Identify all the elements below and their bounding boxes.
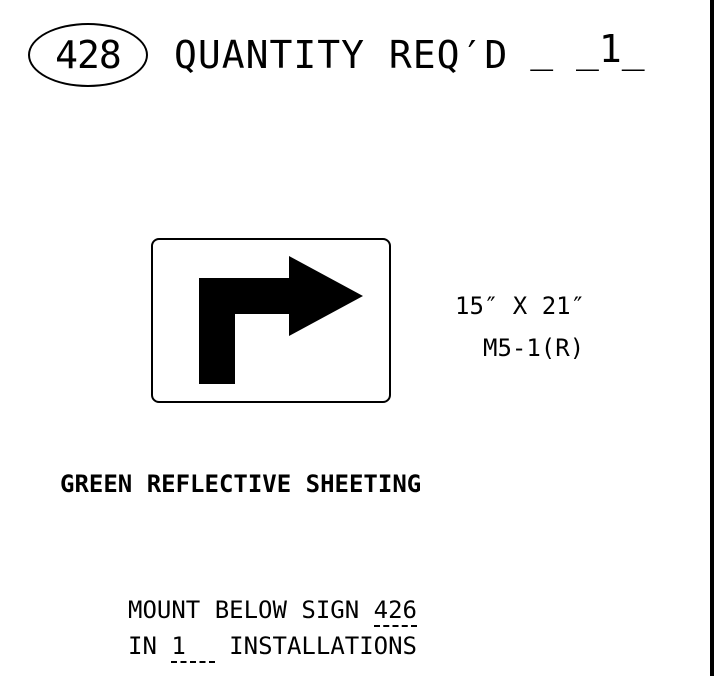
sheet-border-rule (710, 0, 714, 676)
item-number: 428 (55, 33, 122, 77)
item-number-oval: 428 (28, 23, 148, 87)
installs-count: 1 (171, 632, 215, 663)
installations-note: IN 1 INSTALLATIONS (128, 632, 418, 663)
mount-note: MOUNT BELOW SIGN 426 (128, 596, 417, 627)
mount-sign-ref: 426 (373, 596, 417, 627)
sign-detail-sheet: 428 QUANTITY REQ′D _ _1_ 15″ X 21″ M5-1(… (0, 0, 719, 676)
installs-prefix: IN (128, 632, 172, 660)
right-turn-arrow-icon (199, 256, 363, 384)
sign-code: M5-1(R) (483, 334, 585, 362)
mount-prefix: MOUNT BELOW SIGN (128, 596, 374, 624)
installs-suffix: INSTALLATIONS (214, 632, 418, 660)
quantity-value: _ _1_ (530, 27, 645, 71)
sheet-header: 428 QUANTITY REQ′D _ _1_ (28, 22, 645, 88)
sign-size: 15″ X 21″ (455, 292, 586, 320)
sheeting-note: GREEN REFLECTIVE SHEETING (60, 470, 422, 498)
quantity-label: QUANTITY REQ′D (174, 33, 509, 77)
sign-face (151, 238, 391, 403)
